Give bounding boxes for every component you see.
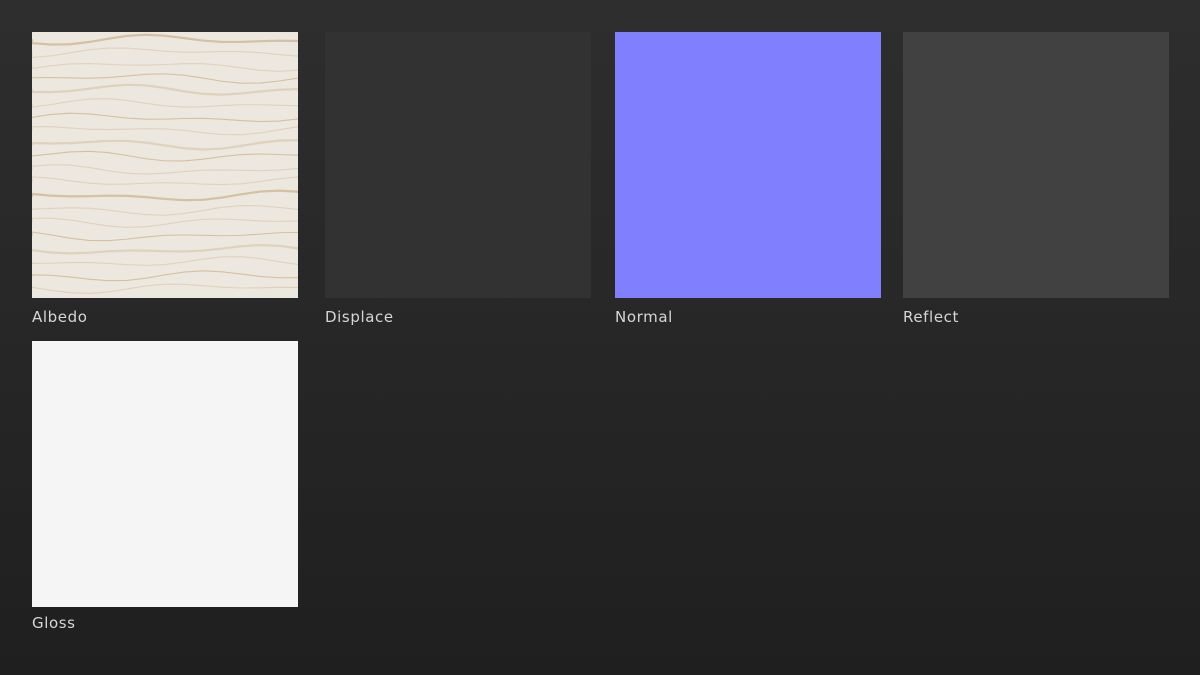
map-label-gloss: Gloss [32, 614, 76, 632]
map-tile-reflect[interactable]: Reflect [903, 32, 1169, 326]
map-tile-normal[interactable]: Normal [615, 32, 881, 326]
normal-map-preview[interactable] [615, 32, 881, 298]
displace-map-preview[interactable] [325, 32, 591, 298]
map-label-normal: Normal [615, 308, 673, 326]
map-tile-gloss[interactable]: Gloss [32, 341, 298, 632]
map-label-reflect: Reflect [903, 308, 959, 326]
map-label-displace: Displace [325, 308, 394, 326]
map-tile-albedo[interactable]: Albedo [32, 32, 298, 326]
map-label-albedo: Albedo [32, 308, 88, 326]
gloss-map-preview[interactable] [32, 341, 298, 607]
albedo-map-preview[interactable] [32, 32, 298, 298]
reflect-map-preview[interactable] [903, 32, 1169, 298]
map-tile-displace[interactable]: Displace [325, 32, 591, 326]
